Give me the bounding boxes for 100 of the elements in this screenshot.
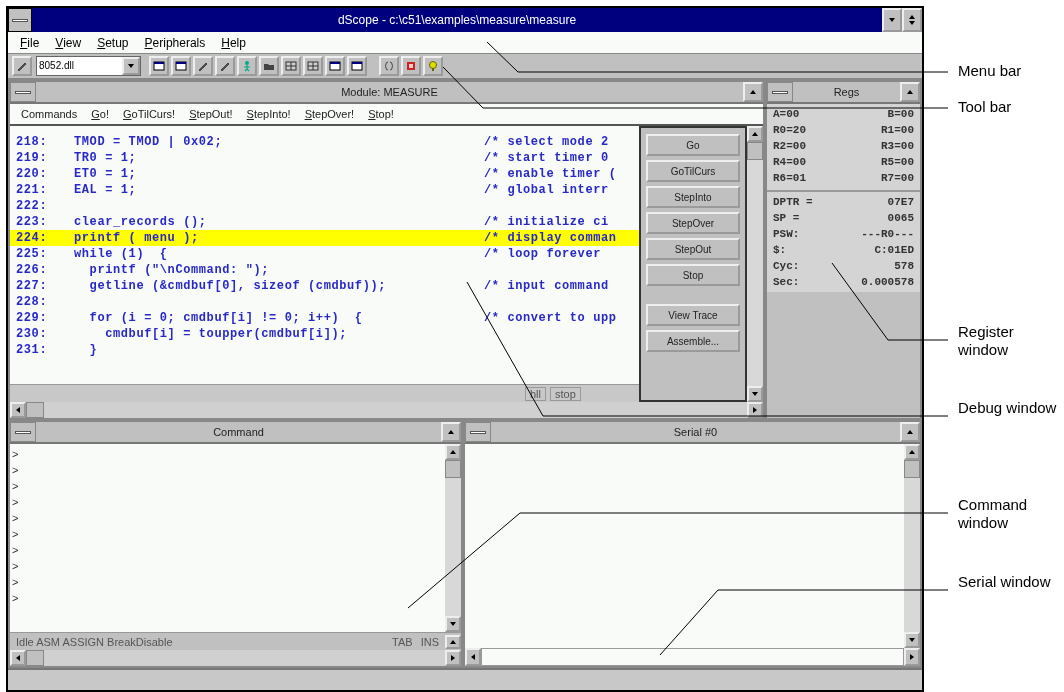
menu-item[interactable]: Setup — [89, 35, 137, 50]
debug-button[interactable]: StepOver — [646, 212, 740, 234]
debug-button[interactable]: StepOut — [646, 238, 740, 260]
register-value: R7=00 — [881, 172, 914, 184]
line-number: 222: — [15, 199, 49, 213]
line-number: 228: — [15, 295, 49, 309]
register-label: PSW: — [773, 228, 800, 240]
menu-item[interactable]: Stop! — [361, 108, 401, 120]
code-text: clear_records (); — [74, 215, 208, 229]
triangle-right-icon — [449, 654, 457, 662]
maximize-button[interactable] — [900, 422, 920, 442]
toolbar-button[interactable] — [259, 56, 279, 76]
code-text: printf ("\nCommand: "); — [88, 263, 271, 277]
window-title: Module: MEASURE — [340, 86, 439, 98]
window-icon — [329, 60, 341, 72]
menu-item[interactable]: File — [12, 35, 48, 50]
register-value: 0065 — [887, 212, 914, 224]
triangle-up-icon — [906, 428, 914, 436]
callout-label: Menu bar — [958, 62, 1023, 80]
command-prompt: > — [12, 576, 20, 590]
scroll-thumb[interactable] — [26, 402, 44, 418]
debug-button[interactable]: GoTilCurs — [646, 160, 740, 182]
triangle-right-icon — [751, 406, 759, 414]
toolbar-button[interactable] — [149, 56, 169, 76]
horizontal-scrollbar[interactable] — [10, 650, 461, 666]
lightbulb-icon — [427, 60, 439, 72]
scroll-thumb[interactable] — [904, 460, 920, 478]
system-menu-button[interactable] — [465, 422, 491, 442]
command-prompt: > — [12, 496, 20, 510]
menu-item[interactable]: Go! — [84, 108, 116, 120]
system-menu-button[interactable] — [767, 82, 793, 102]
maximize-button[interactable] — [743, 82, 763, 102]
triangle-left-icon — [469, 653, 477, 661]
line-number: 223: — [15, 215, 49, 229]
line-number: 219: — [15, 151, 49, 165]
toolbar-button[interactable] — [215, 56, 235, 76]
system-menu-button[interactable] — [10, 82, 36, 102]
toolbar-button[interactable] — [193, 56, 213, 76]
toolbar-button[interactable] — [347, 56, 367, 76]
vertical-scrollbar[interactable] — [747, 126, 763, 402]
dll-dropdown[interactable]: 8052.dll — [36, 56, 141, 76]
minimize-button[interactable] — [882, 8, 902, 32]
scroll-down-button[interactable] — [445, 616, 461, 632]
menu-item[interactable]: View — [47, 35, 90, 50]
debug-button[interactable]: Go — [646, 134, 740, 156]
debug-button[interactable]: StepInto — [646, 186, 740, 208]
scroll-down-button[interactable] — [747, 386, 763, 402]
toolbar-button[interactable] — [281, 56, 301, 76]
code-text: getline (&cmdbuf[0], sizeof (cmdbuf)); — [88, 279, 388, 293]
menu-item[interactable]: GoTilCurs! — [116, 108, 183, 120]
maximize-button[interactable] — [441, 422, 461, 442]
debug-button[interactable]: Assemble... — [646, 330, 740, 352]
toolbar-button[interactable] — [325, 56, 345, 76]
figure-icon — [241, 60, 253, 72]
scroll-up-button[interactable] — [445, 634, 461, 649]
menu-item[interactable]: Help — [213, 35, 254, 50]
line-number: 227: — [15, 279, 49, 293]
triangle-down-icon — [908, 636, 916, 644]
maximize-button[interactable] — [902, 8, 922, 32]
scroll-up-button[interactable] — [747, 126, 763, 142]
menu-item[interactable]: StepOut! — [182, 108, 240, 120]
scroll-thumb[interactable] — [445, 460, 461, 478]
scroll-right-button[interactable] — [904, 648, 920, 666]
menu-item[interactable]: Peripherals — [136, 35, 214, 50]
scroll-thumb[interactable] — [26, 650, 44, 666]
toolbar-button[interactable] — [171, 56, 191, 76]
dropdown-button[interactable] — [122, 57, 140, 75]
menu-item[interactable]: StepOver! — [297, 108, 362, 120]
scroll-right-button[interactable] — [445, 650, 461, 666]
horizontal-scrollbar[interactable] — [10, 402, 763, 418]
triangle-up-icon — [749, 88, 757, 96]
menu-item[interactable]: Commands — [14, 108, 85, 120]
code-comment: /* enable timer ( — [484, 167, 617, 181]
up-down-arrows-icon — [908, 14, 916, 26]
system-menu-button[interactable] — [10, 422, 36, 442]
scroll-up-button[interactable] — [445, 444, 461, 460]
toolbar-button[interactable] — [12, 56, 32, 76]
debug-button[interactable]: Stop — [646, 264, 740, 286]
vertical-scrollbar[interactable] — [904, 444, 920, 648]
code-comment: /* start timer 0 — [484, 151, 609, 165]
system-menu-button[interactable] — [8, 8, 32, 32]
scroll-left-button[interactable] — [10, 402, 26, 418]
scroll-left-button[interactable] — [10, 650, 26, 666]
scroll-down-button[interactable] — [904, 632, 920, 648]
toolbar-button[interactable] — [303, 56, 323, 76]
command-prompt: > — [12, 480, 20, 494]
triangle-right-icon — [908, 653, 916, 661]
vertical-scrollbar[interactable] — [445, 444, 461, 632]
scroll-up-button[interactable] — [904, 444, 920, 460]
code-text: TMOD = TMOD | 0x02; — [74, 135, 224, 149]
scroll-thumb[interactable] — [747, 142, 763, 160]
status-text: hll — [525, 386, 546, 401]
maximize-button[interactable] — [900, 82, 920, 102]
register-value: R3=00 — [881, 140, 914, 152]
status-text: stop — [550, 386, 581, 401]
scroll-left-button[interactable] — [465, 648, 481, 666]
register-value: B=00 — [887, 108, 914, 120]
debug-button[interactable]: View Trace — [646, 304, 740, 326]
triangle-down-icon — [127, 62, 135, 70]
menu-item[interactable]: StepInto! — [239, 108, 298, 120]
